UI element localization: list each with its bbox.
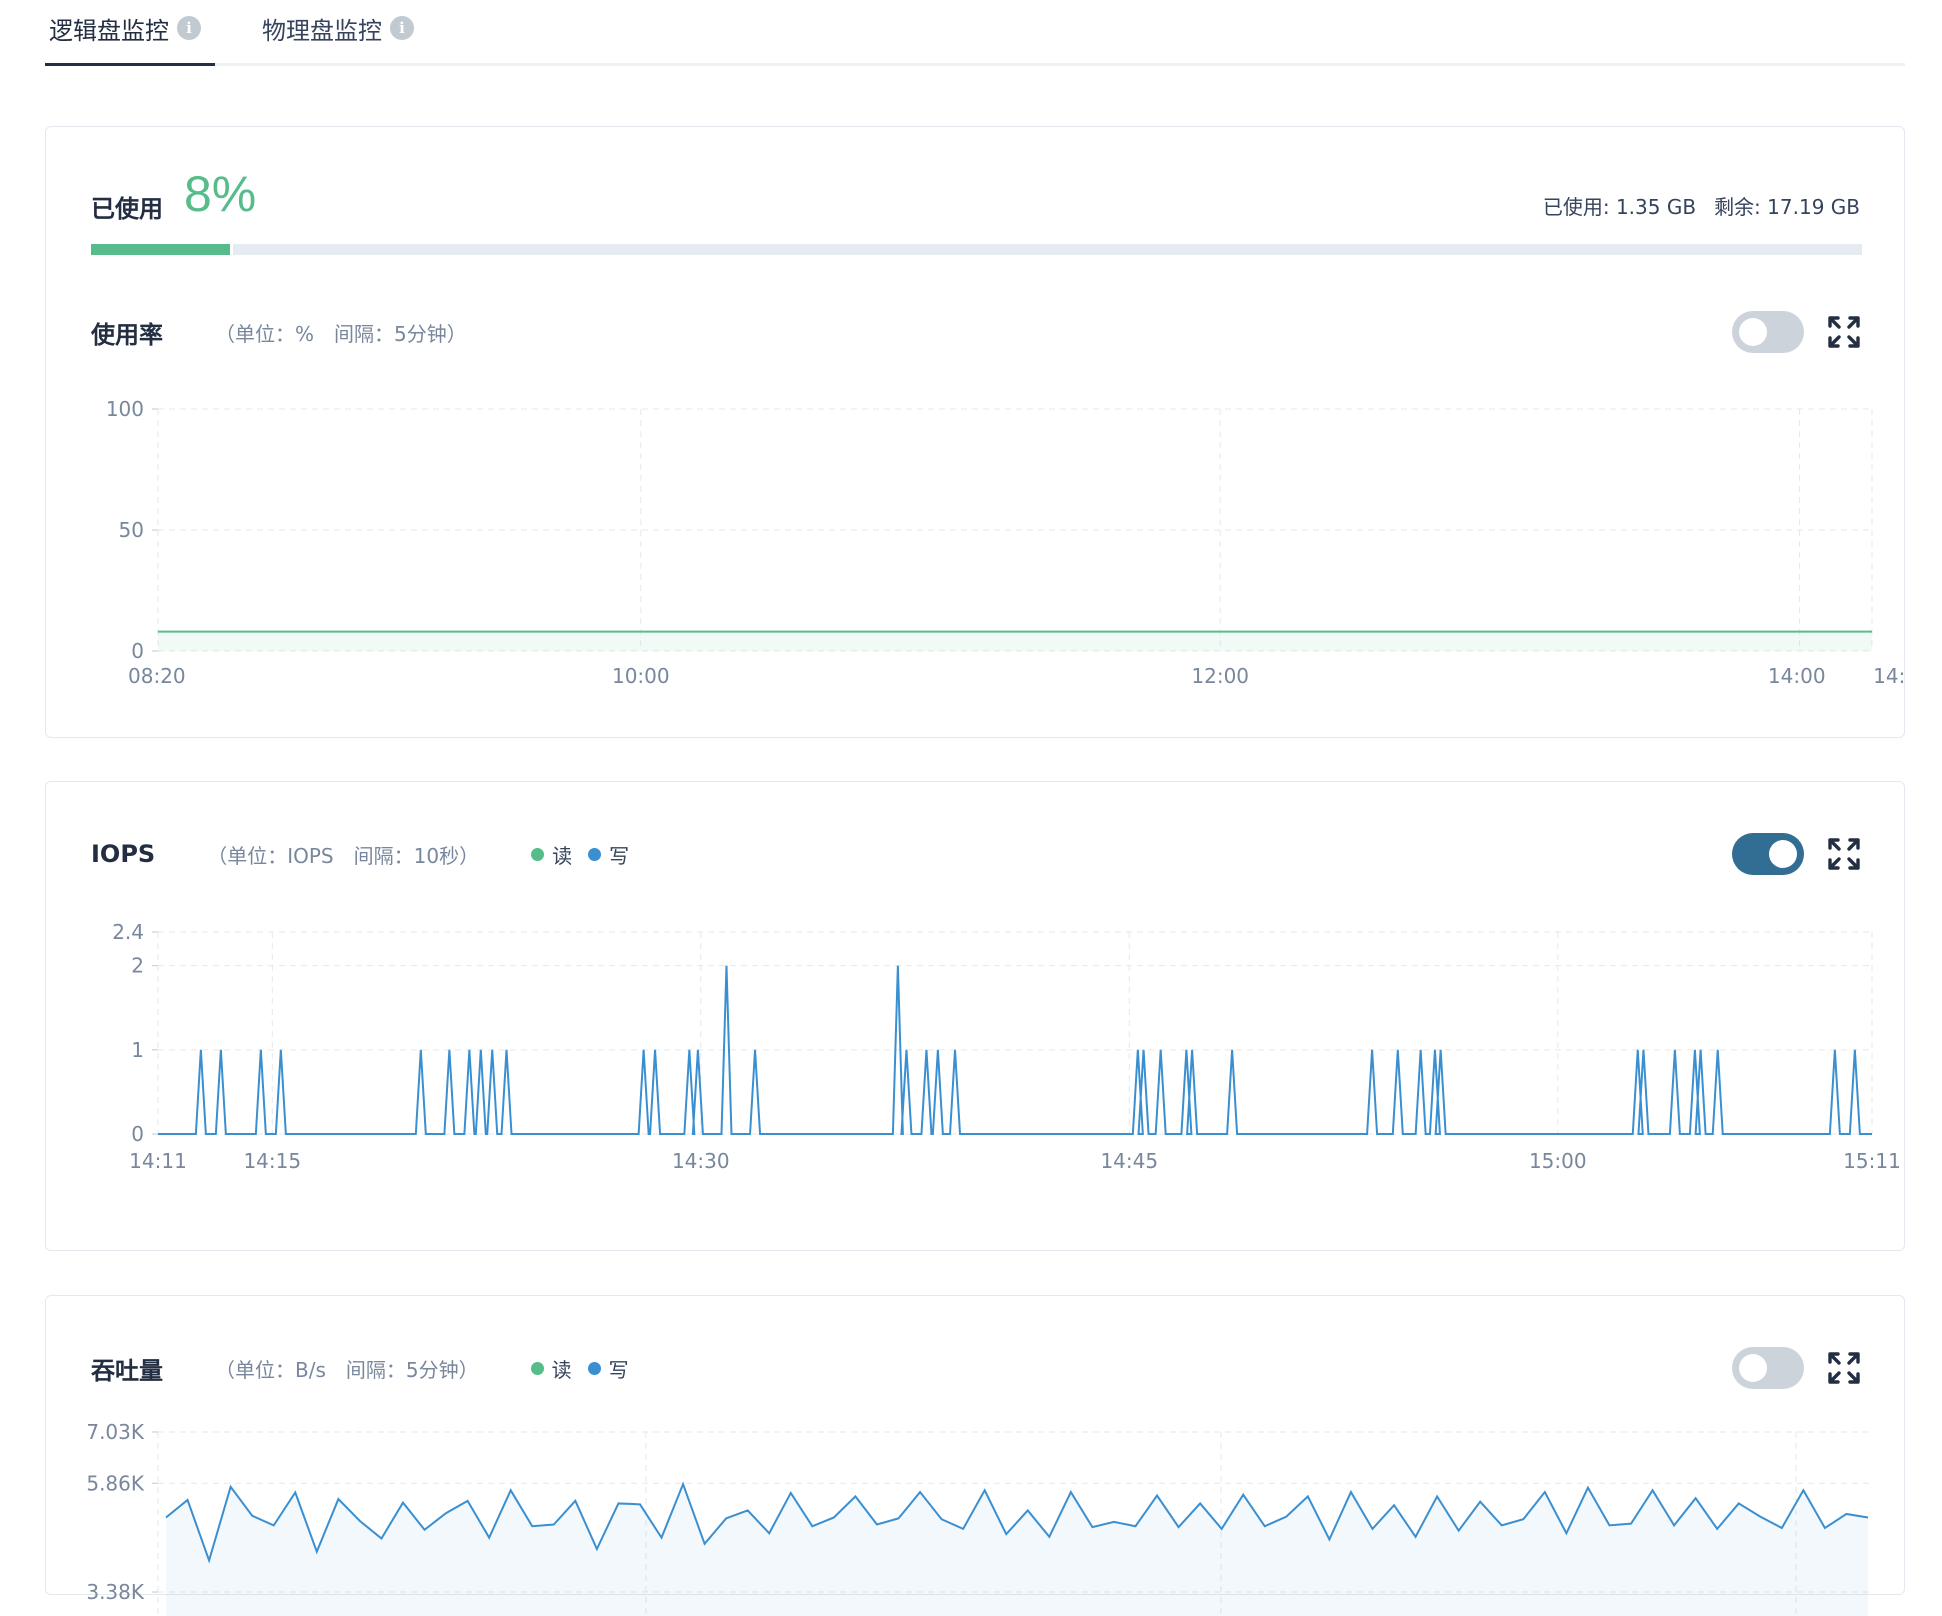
legend-item-read[interactable]: 读 <box>531 840 572 869</box>
y-tick-label: 7.03K <box>86 1420 145 1444</box>
y-tick-label: 2 <box>131 954 144 978</box>
y-tick-label: 100 <box>106 397 144 421</box>
y-tick-label: 0 <box>131 1122 144 1146</box>
y-tick-label: 3.38K <box>86 1580 145 1604</box>
usage-summary: 已使用: 1.35 GB 剩余: 17.19 GB <box>1543 191 1860 220</box>
iops-chart-header: IOPS （单位：IOPS 间隔：10秒） 读 写 <box>91 839 637 869</box>
tab-logical-disk[interactable]: 逻辑盘监控 i <box>49 8 201 48</box>
throughput-toggle[interactable] <box>1732 1347 1804 1389</box>
write-dot-icon <box>587 1361 601 1375</box>
legend-label: 读 <box>552 843 573 868</box>
tab-bar: 逻辑盘监控 i 物理盘监控 i <box>45 0 1905 66</box>
chart-title: 使用率 <box>91 320 163 349</box>
throughput-panel: 吞吐量 （单位：B/s 间隔：5分钟） 读 写 7.03K 5.86K 3.38K <box>45 1295 1905 1616</box>
x-tick-label: 14:00 <box>1768 664 1826 688</box>
y-tick-label: 0 <box>131 639 144 663</box>
x-tick-label: 14:15 <box>1873 664 1904 688</box>
x-tick-label: 14:11 <box>129 1149 187 1173</box>
throughput-chart-header: 吞吐量 （单位：B/s 间隔：5分钟） 读 写 <box>91 1353 637 1385</box>
info-icon[interactable]: i <box>390 16 414 40</box>
used-amount: 已使用: 1.35 GB <box>1542 195 1697 219</box>
legend-label: 写 <box>609 843 630 868</box>
expand-icon[interactable] <box>1826 1350 1862 1386</box>
legend-item-read[interactable]: 读 <box>530 1354 572 1383</box>
info-icon[interactable]: i <box>177 16 201 40</box>
usage-progress-fill <box>91 244 233 255</box>
chart-subtitle: （单位：IOPS 间隔：10秒） <box>207 843 480 868</box>
x-tick-label: 12:00 <box>1191 664 1249 688</box>
toggle-knob <box>1739 1354 1767 1382</box>
tab-logical-disk-label: 逻辑盘监控 <box>49 16 169 45</box>
iops-chart: 2.4 2 1 0 14:11 14:15 14:30 14:45 15:00 15:11 <box>112 920 1901 1173</box>
usage-rate-toggle[interactable] <box>1732 311 1804 353</box>
tab-physical-disk[interactable]: 物理盘监控 i <box>262 8 414 48</box>
x-tick-label: 10:00 <box>612 664 670 688</box>
legend-label: 读 <box>551 1357 572 1382</box>
chart-subtitle: （单位：% 间隔：5分钟） <box>215 321 467 346</box>
chart-legend: 读 写 <box>531 840 637 869</box>
read-dot-icon <box>530 1361 544 1375</box>
iops-panel: IOPS （单位：IOPS 间隔：10秒） 读 写 2.4 2 1 0 14:11 14:… <box>45 781 1905 1251</box>
chart-subtitle: （单位：B/s 间隔：5分钟） <box>215 1357 479 1382</box>
chart-title: 吞吐量 <box>91 1356 163 1385</box>
usage-label: 已使用 <box>91 195 163 223</box>
y-tick-label: 50 <box>119 518 144 542</box>
read-dot-icon <box>531 847 545 861</box>
expand-icon[interactable] <box>1826 836 1862 872</box>
remaining-amount: 剩余: 17.19 GB <box>1714 195 1860 219</box>
chart-legend: 读 写 <box>530 1354 637 1383</box>
write-series-area <box>166 1484 1868 1616</box>
toggle-knob <box>1769 840 1797 868</box>
usage-panel: 已使用 8% 已使用: 1.35 GB 剩余: 17.19 GB 使用率 （单位… <box>45 126 1905 738</box>
y-tick-label: 5.86K <box>86 1471 145 1495</box>
series-area <box>158 631 1872 651</box>
x-tick-label: 14:30 <box>672 1149 730 1173</box>
legend-label: 写 <box>608 1357 629 1382</box>
usage-progress-bar <box>91 244 1862 255</box>
toggle-knob <box>1739 318 1767 346</box>
y-tick-label: 2.4 <box>112 920 144 944</box>
active-tab-indicator <box>45 63 215 66</box>
iops-toggle[interactable] <box>1732 833 1804 875</box>
x-tick-label: 08:20 <box>128 664 186 688</box>
expand-icon[interactable] <box>1826 314 1862 350</box>
legend-item-write[interactable]: 写 <box>588 840 629 869</box>
tab-physical-disk-label: 物理盘监控 <box>262 16 382 45</box>
y-tick-label: 1 <box>131 1038 144 1062</box>
throughput-chart: 7.03K 5.86K 3.38K <box>86 1420 1872 1616</box>
x-tick-label: 15:00 <box>1529 1149 1587 1173</box>
write-dot-icon <box>588 847 602 861</box>
x-tick-label: 14:15 <box>243 1149 301 1173</box>
usage-rate-chart: 100 50 008:20 10:00 12:00 14:00 14:15 <box>106 397 1904 688</box>
chart-title: IOPS <box>91 840 156 868</box>
x-tick-label: 14:45 <box>1100 1149 1158 1173</box>
legend-item-write[interactable]: 写 <box>587 1354 629 1383</box>
x-tick-label: 15:11 <box>1843 1149 1901 1173</box>
usage-rate-chart-header: 使用率 （单位：% 间隔：5分钟） <box>91 317 467 349</box>
usage-percent: 8% <box>184 166 257 222</box>
